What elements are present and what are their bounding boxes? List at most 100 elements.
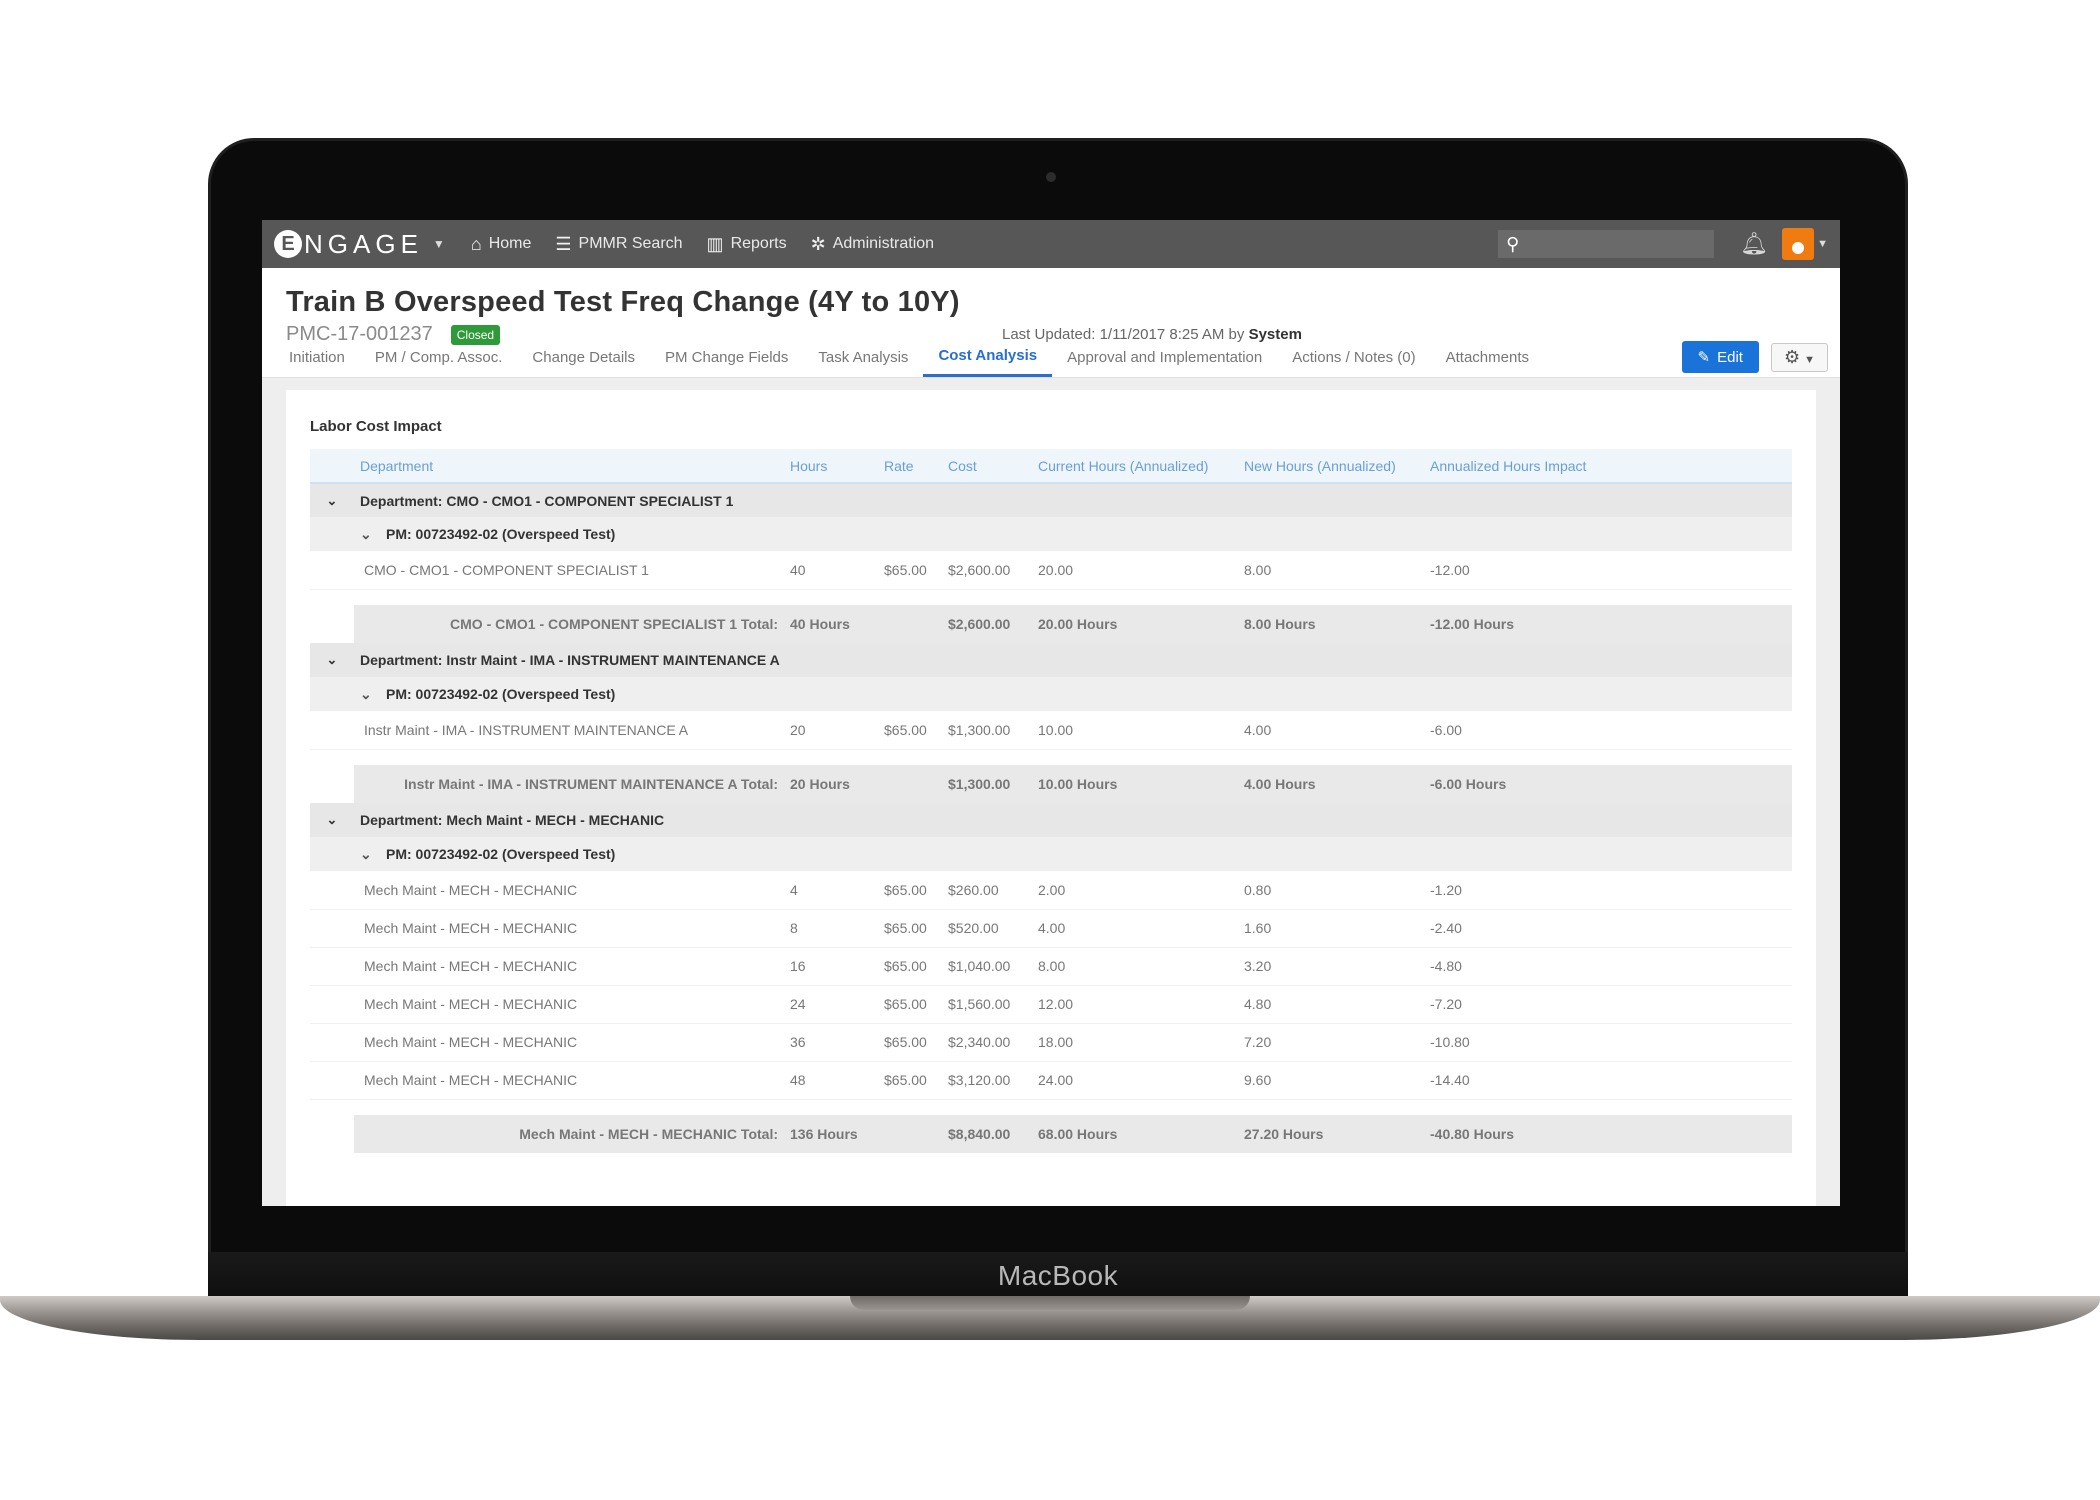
cell-hours: 48 (784, 1061, 878, 1100)
department-group-row[interactable]: ⌄ Department: Instr Maint - IMA - INSTRUM… (310, 643, 1792, 677)
logo-mark: E (274, 230, 302, 258)
cell-cost: $1,040.00 (942, 947, 1032, 986)
col-current-hours[interactable]: Current Hours (Annualized) (1032, 449, 1238, 484)
tab-pm-comp-assoc[interactable]: PM / Comp. Assoc. (360, 337, 518, 377)
cell-rate: $65.00 (878, 551, 942, 590)
tools-icon: ✲ (810, 233, 826, 254)
cell-hours: 24 (784, 985, 878, 1024)
pm-group-row[interactable]: ⌄ PM: 00723492-02 (Overspeed Test) (310, 677, 1792, 711)
cell-new-hours: 3.20 (1238, 947, 1424, 986)
nav-administration-label: Administration (832, 235, 935, 252)
cell-cost: $2,600.00 (942, 551, 1032, 590)
cell-new-hours: 9.60 (1238, 1061, 1424, 1100)
cell-hours: 4 (784, 871, 878, 910)
settings-dropdown[interactable]: ⚙ ▼ (1770, 342, 1828, 372)
engage-logo[interactable]: E NGAGE ▼ (274, 229, 445, 260)
edit-button[interactable]: ✎ Edit (1681, 341, 1759, 373)
cell-department: Mech Maint - MECH - MECHANIC (354, 909, 784, 948)
camera (1046, 172, 1056, 182)
col-new-hours[interactable]: New Hours (Annualized) (1238, 449, 1424, 484)
tab-approval-implementation[interactable]: Approval and Implementation (1052, 337, 1277, 377)
pm-label: ⌄ PM: 00723492-02 (Overspeed Test) (354, 517, 1792, 551)
chevron-down-icon: ▼ (1817, 238, 1828, 250)
cell-rate: $65.00 (878, 1023, 942, 1062)
pm-label: ⌄ PM: 00723492-02 (Overspeed Test) (354, 837, 1792, 871)
nav-administration[interactable]: ✲ Administration (811, 234, 934, 255)
section-title: Labor Cost Impact (310, 418, 442, 435)
total-cost: $2,600.00 (942, 605, 1032, 643)
nav-pmmr-search[interactable]: ☰ PMMR Search (555, 234, 682, 255)
cell-rate: $65.00 (878, 1061, 942, 1100)
nav-home[interactable]: ⌂ Home (471, 234, 532, 255)
search-input[interactable]: ⚲ (1498, 230, 1715, 258)
total-hours-impact: -12.00 Hours (1424, 605, 1792, 643)
cell-hours: 8 (784, 909, 878, 948)
chevron-down-icon[interactable]: ⌄ (310, 643, 354, 677)
cell-rate: $65.00 (878, 909, 942, 948)
col-rate[interactable]: Rate (878, 449, 942, 484)
cell-cost: $520.00 (942, 909, 1032, 948)
chevron-down-icon[interactable]: ⌄ (310, 803, 354, 837)
nav-pmmr-search-label: PMMR Search (578, 235, 683, 252)
nav-reports-label: Reports (730, 235, 787, 252)
chevron-down-icon: ▼ (432, 237, 445, 251)
pm-label-text: PM: 00723492-02 (Overspeed Test) (386, 685, 616, 702)
group-total-row: Mech Maint - MECH - MECHANIC Total: 136 H… (310, 1115, 1792, 1153)
chevron-down-icon[interactable]: ⌄ (310, 483, 354, 517)
user-menu[interactable]: ▼ (1782, 228, 1828, 260)
chevron-down-icon[interactable]: ⌄ (360, 686, 386, 703)
table-header-row: Department Hours Rate Cost Current Hours… (310, 449, 1792, 484)
total-current-hours: 10.00 Hours (1032, 765, 1238, 803)
list-icon: ☰ (555, 233, 572, 254)
cell-current-hours: 4.00 (1032, 909, 1238, 948)
cell-hours: 40 (784, 551, 878, 590)
gear-icon: ⚙ (1783, 346, 1801, 367)
tab-task-analysis[interactable]: Task Analysis (803, 337, 923, 377)
total-hours: 20 Hours (784, 765, 878, 803)
cell-current-hours: 2.00 (1032, 871, 1238, 910)
table-row: Mech Maint - MECH - MECHANIC 48 $65.00 $3,1… (310, 1061, 1792, 1100)
bell-icon[interactable]: 🔔︎ (1740, 231, 1768, 257)
edit-button-label: Edit (1717, 348, 1743, 366)
total-hours-impact: -6.00 Hours (1424, 765, 1792, 803)
cell-department: Instr Maint - IMA - INSTRUMENT MAINTENAN… (354, 711, 784, 750)
pm-group-row[interactable]: ⌄ PM: 00723492-02 (Overspeed Test) (310, 517, 1792, 551)
col-department[interactable]: Department (354, 449, 784, 484)
cost-analysis-panel: Labor Cost Impact Department Hours Rate … (286, 390, 1816, 1206)
nav-reports[interactable]: ▥ Reports (707, 234, 787, 255)
group-total-row: CMO - CMO1 - COMPONENT SPECIALIST 1 Tota… (310, 605, 1792, 643)
tab-cost-analysis[interactable]: Cost Analysis (923, 337, 1053, 377)
cell-hours-impact: -2.40 (1424, 909, 1792, 948)
cell-hours-impact: -1.20 (1424, 871, 1792, 910)
chevron-down-icon[interactable]: ⌄ (360, 526, 386, 543)
col-cost[interactable]: Cost (942, 449, 1032, 484)
tab-initiation[interactable]: Initiation (274, 337, 360, 377)
department-label: Department: CMO - CMO1 - COMPONENT SPECI… (354, 483, 1792, 517)
total-label: Instr Maint - IMA - INSTRUMENT MAINTENAN… (354, 765, 784, 803)
pm-group-row[interactable]: ⌄ PM: 00723492-02 (Overspeed Test) (310, 837, 1792, 871)
labor-table-body: ⌄ Department: CMO - CMO1 - COMPONENT SPEC… (310, 483, 1792, 1153)
table-row: Mech Maint - MECH - MECHANIC 16 $65.00 $1,0… (310, 947, 1792, 986)
cell-cost: $1,300.00 (942, 711, 1032, 750)
labor-cost-table: Department Hours Rate Cost Current Hours… (310, 449, 1792, 1153)
department-group-row[interactable]: ⌄ Department: Mech Maint - MECH - MECHANI… (310, 803, 1792, 837)
avatar (1782, 228, 1815, 260)
department-label: Department: Mech Maint - MECH - MECHANIC (354, 803, 1792, 837)
department-group-row[interactable]: ⌄ Department: CMO - CMO1 - COMPONENT SPEC… (310, 483, 1792, 517)
table-row: Mech Maint - MECH - MECHANIC 36 $65.00 $2,3… (310, 1023, 1792, 1062)
cell-rate: $65.00 (878, 985, 942, 1024)
col-hours-impact[interactable]: Annualized Hours Impact (1424, 449, 1792, 484)
pm-label-text: PM: 00723492-02 (Overspeed Test) (386, 525, 616, 542)
cell-cost: $2,340.00 (942, 1023, 1032, 1062)
tab-change-details[interactable]: Change Details (517, 337, 650, 377)
col-hours[interactable]: Hours (784, 449, 878, 484)
content-area: Labor Cost Impact Department Hours Rate … (262, 378, 1840, 1206)
cell-new-hours: 8.00 (1238, 551, 1424, 590)
cell-hours-impact: -10.80 (1424, 1023, 1792, 1062)
chevron-down-icon[interactable]: ⌄ (360, 846, 386, 863)
tab-actions-notes[interactable]: Actions / Notes (0) (1277, 337, 1430, 377)
tab-pm-change-fields[interactable]: PM Change Fields (650, 337, 803, 377)
cell-department: Mech Maint - MECH - MECHANIC (354, 871, 784, 910)
tab-attachments[interactable]: Attachments (1431, 337, 1544, 377)
cell-hours: 16 (784, 947, 878, 986)
